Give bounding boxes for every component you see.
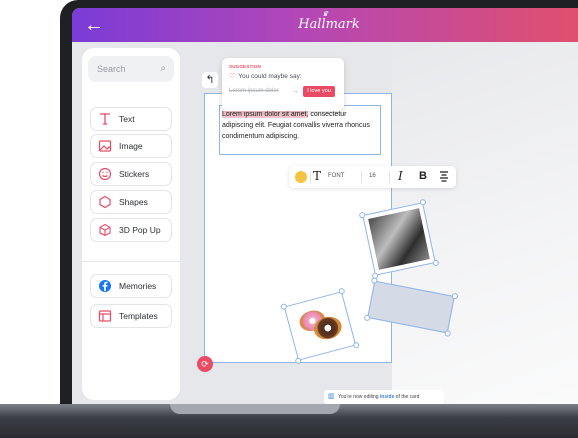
tool-label: Templates [119,311,158,321]
font-size-dropdown[interactable]: 16 [369,173,376,179]
text-box[interactable]: Lorem ipsum dolor sit amet, consectetur … [219,105,381,155]
resize-handle[interactable] [444,329,452,337]
photo-image [368,208,430,270]
brand-name: Hallmark [298,17,360,32]
tool-label: Image [119,141,143,151]
highlighted-text[interactable]: Lorem ipsum dolor sit amet, [222,111,309,118]
tool-label: 3D Pop Up [119,225,161,235]
cube-icon [99,223,111,237]
crown-icon: ♛ [322,10,329,18]
align-center-icon[interactable] [439,170,449,182]
tool-label: Text [119,114,135,124]
suggestion-popover: SUGGESTION ♡ You could maybe say: Lorem i… [222,58,344,111]
template-icon [98,310,112,322]
sidebar-divider [82,261,180,262]
original-text: Lorem ipsum dolor [229,88,279,94]
laptop-notch [170,404,340,414]
font-dropdown[interactable]: FONT [328,173,344,179]
tool-label: Shapes [119,197,148,207]
search-input[interactable]: Search ⌕ [88,56,174,82]
tool-shapes-button[interactable]: Shapes [90,190,172,214]
image-icon [98,140,112,152]
status-post: of the card [394,394,420,400]
apply-suggestion-button[interactable]: I love you [303,86,335,97]
smiley-icon [98,167,112,181]
bold-button[interactable]: B [419,170,427,182]
suggestion-prompt: You could maybe say: [238,73,302,80]
suggestion-prompt-row: ♡ You could maybe say: [229,72,337,80]
search-icon: ⌕ [160,63,166,74]
heart-icon: ♡ [229,73,236,80]
suggestion-label: SUGGESTION [229,64,262,69]
italic-button[interactable]: I [398,169,403,183]
status-emphasis: inside [379,394,395,400]
arrow-left-icon[interactable]: ← [84,14,106,36]
book-icon: ▥ [328,393,335,400]
resize-handle[interactable] [294,357,302,365]
tool-3d-popup-button[interactable]: 3D Pop Up [90,218,172,242]
resize-handle[interactable] [280,303,288,311]
sidebar: Search ⌕ Text Image Stickers Shapes 3D P… [82,48,180,400]
text-icon [100,113,110,125]
toolbar-separator [389,171,390,183]
facebook-icon [99,280,111,292]
editing-status: ▥ You're now editing inside of the card [324,390,444,404]
brand-logo: ♛ Hallmark [284,10,374,35]
resize-handle[interactable] [370,277,378,285]
resize-handle[interactable] [358,211,366,219]
resize-handle[interactable] [419,198,427,206]
tool-label: Stickers [119,169,150,179]
toolbar-separator [361,171,362,183]
card-canvas: ↰ ⟳ Lorem ipsum dolor sit amet, consecte… [188,48,578,405]
suggestion-replace-row: Lorem ipsum dolor → I love you [229,86,337,98]
undo-icon[interactable]: ↰ [202,72,218,88]
search-placeholder: Search [97,64,126,74]
templates-button[interactable]: Templates [90,304,172,328]
text-format-toolbar: T FONT 16 I B [289,166,456,188]
memories-button[interactable]: Memories [90,274,172,298]
tool-label: Memories [119,281,157,291]
resize-handle[interactable] [432,259,440,267]
laptop-mockup: ← ♛ Hallmark Search ⌕ Text Image Sticker… [0,0,578,438]
tool-stickers-button[interactable]: Stickers [90,162,172,186]
status-pre: You're now editing [338,394,380,400]
top-bar: ← ♛ Hallmark [72,8,578,42]
arrow-right-icon: → [292,88,299,95]
resize-handle[interactable] [451,292,459,300]
app-screen: ← ♛ Hallmark Search ⌕ Text Image Sticker… [72,8,578,405]
toolbar-separator [310,171,311,183]
rotate-icon[interactable]: ⟳ [197,356,213,372]
tool-text-button[interactable]: Text [90,107,172,131]
tool-image-button[interactable]: Image [90,134,172,158]
hexagon-icon [99,195,111,209]
font-icon[interactable]: T [313,169,321,183]
couple-photo[interactable] [358,198,440,280]
color-swatch[interactable] [295,171,307,183]
